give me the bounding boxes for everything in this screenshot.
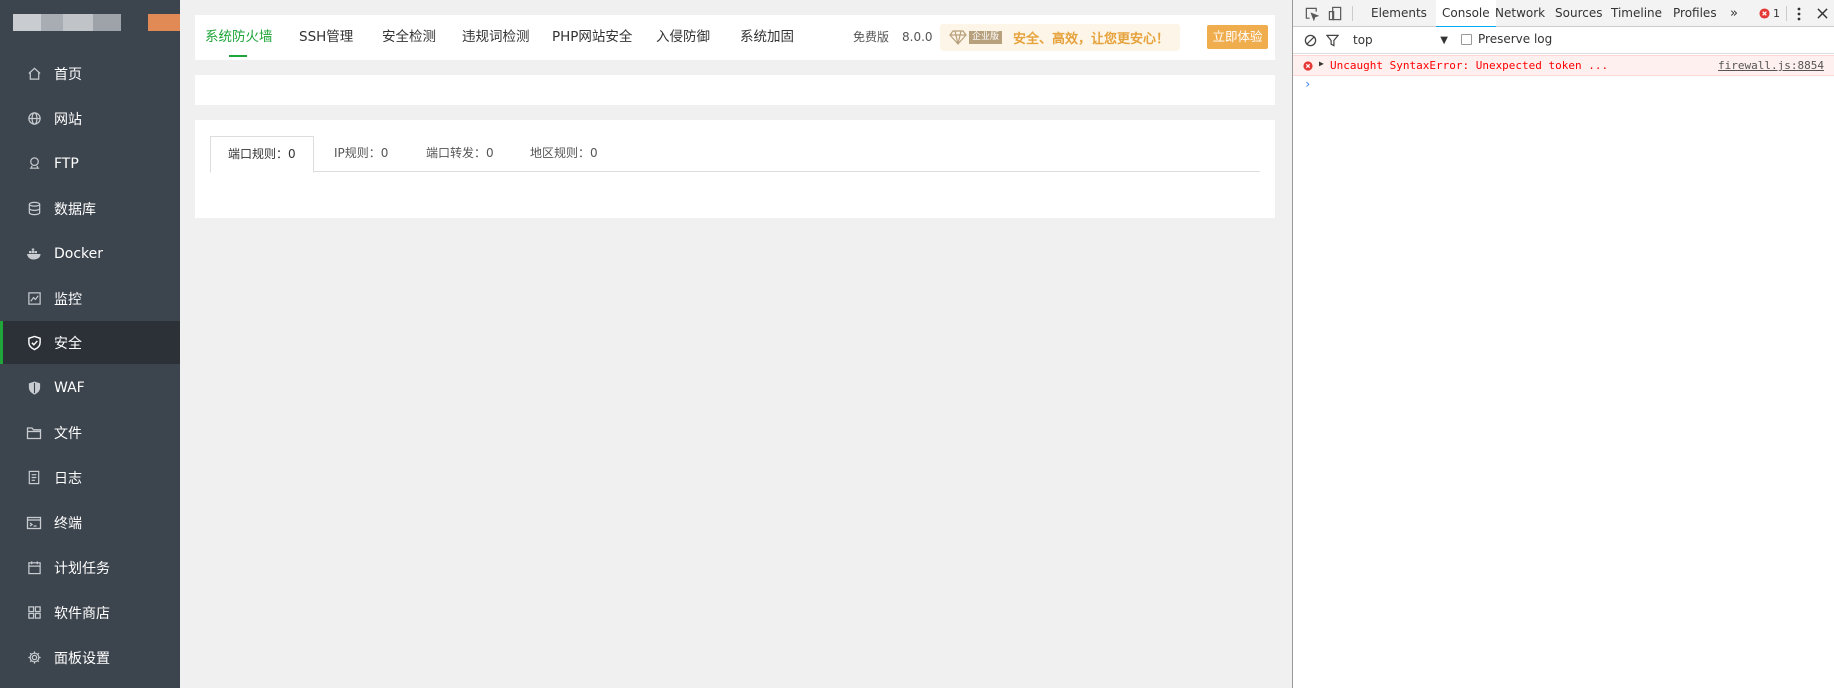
- sidebar-item-database[interactable]: 数据库: [0, 187, 180, 230]
- try-now-button[interactable]: 立即体验: [1207, 25, 1268, 49]
- tab-security-scan[interactable]: 安全检测: [382, 15, 436, 60]
- sidebar-item-website[interactable]: 网站: [0, 97, 180, 140]
- sidebar-item-terminal[interactable]: 终端: [0, 501, 180, 544]
- sidebar-item-waf[interactable]: WAF: [0, 366, 180, 409]
- tab-intrusion-prevention[interactable]: 入侵防御: [656, 15, 710, 60]
- log-icon: [26, 470, 42, 486]
- checkbox-box[interactable]: [1461, 33, 1472, 45]
- sidebar-item-label: 数据库: [54, 201, 96, 218]
- devtools-panel: Elements Console Network Sources Timelin…: [1292, 0, 1834, 688]
- device-toolbar-icon[interactable]: [1327, 5, 1344, 22]
- sidebar-item-label: 监控: [54, 291, 82, 308]
- tab-region-rules[interactable]: 地区规则：0: [530, 136, 598, 172]
- tab-system-firewall[interactable]: 系统防火墙: [205, 15, 273, 60]
- context-selector-value: top: [1353, 33, 1373, 47]
- sidebar-item-label: 安全: [54, 335, 82, 352]
- ftp-icon: [26, 156, 42, 172]
- folder-icon: [26, 425, 42, 441]
- devtools-tab-sources[interactable]: Sources: [1555, 0, 1602, 27]
- tab-php-site-security[interactable]: PHP网站安全: [552, 15, 632, 60]
- waf-shield-icon: [26, 380, 42, 396]
- error-count[interactable]: 1: [1773, 0, 1780, 27]
- kebab-menu-icon[interactable]: [1792, 5, 1806, 22]
- tab-ip-rules[interactable]: IP规则：0: [334, 136, 388, 172]
- error-text: Uncaught SyntaxError: Unexpected token .…: [1330, 59, 1609, 72]
- error-source-link[interactable]: firewall.js:8854: [1718, 59, 1824, 72]
- sidebar-item-ftp[interactable]: FTP: [0, 142, 180, 185]
- rule-type-tabs: 端口规则：0 IP规则：0 端口转发：0 地区规则：0: [210, 136, 1260, 173]
- enterprise-promo[interactable]: 企业版 安全、高效，让您更安心！: [940, 24, 1180, 51]
- globe-icon: [26, 111, 42, 127]
- more-tabs-chevron-icon[interactable]: »: [1727, 5, 1741, 22]
- logo: [0, 0, 180, 45]
- enterprise-badge: 企业版: [969, 31, 1003, 44]
- version-number: 8.0.0: [902, 30, 933, 44]
- filter-icon[interactable]: [1325, 33, 1340, 48]
- main-content: 系统防火墙 SSH管理 安全检测 违规词检测 PHP网站安全 入侵防御 系统加固…: [180, 0, 1292, 688]
- sidebar-item-label: WAF: [54, 379, 85, 396]
- apps-icon: [26, 605, 42, 621]
- sidebar-item-label: 面板设置: [54, 650, 110, 667]
- docker-icon: [26, 246, 42, 262]
- sidebar-item-label: 软件商店: [54, 605, 110, 622]
- devtools-tab-network[interactable]: Network: [1495, 0, 1545, 27]
- error-circle-icon: [1303, 61, 1313, 74]
- sidebar: 首页 网站 FTP 数据库 Docker 监控 安全 WAF 文件 日志 终端 …: [0, 0, 180, 688]
- devtools-tab-timeline[interactable]: Timeline: [1611, 0, 1662, 27]
- gear-icon: [26, 650, 42, 666]
- sidebar-item-label: 文件: [54, 425, 82, 442]
- sidebar-item-label: FTP: [54, 155, 79, 172]
- devtools-tab-bar: Elements Console Network Sources Timelin…: [1293, 0, 1834, 28]
- sidebar-item-cron[interactable]: 计划任务: [0, 546, 180, 589]
- tab-ssh-management[interactable]: SSH管理: [299, 15, 353, 60]
- sidebar-item-logs[interactable]: 日志: [0, 456, 180, 499]
- home-icon: [26, 66, 42, 82]
- promo-slogan: 安全、高效，让您更安心！: [1013, 32, 1170, 47]
- sidebar-item-label: 首页: [54, 66, 82, 83]
- edition-label: 免费版: [853, 30, 890, 44]
- sidebar-item-home[interactable]: 首页: [0, 52, 180, 95]
- tab-violation-word-scan[interactable]: 违规词检测: [462, 15, 530, 60]
- sidebar-item-store[interactable]: 软件商店: [0, 591, 180, 634]
- security-tab-bar: 系统防火墙 SSH管理 安全检测 违规词检测 PHP网站安全 入侵防御 系统加固…: [195, 15, 1275, 60]
- sidebar-item-label: 日志: [54, 470, 82, 487]
- firewall-status-bar: [195, 75, 1275, 105]
- error-count-icon[interactable]: [1758, 7, 1770, 19]
- shield-icon: [26, 335, 42, 351]
- tab-port-forwarding[interactable]: 端口转发：0: [426, 136, 494, 172]
- sidebar-item-label: 计划任务: [54, 560, 110, 577]
- preserve-log-checkbox[interactable]: Preserve log: [1461, 32, 1552, 46]
- console-toolbar: top ▼ Preserve log: [1293, 27, 1834, 54]
- terminal-icon: [26, 515, 42, 531]
- sidebar-item-security[interactable]: 安全: [0, 321, 180, 364]
- clear-console-icon[interactable]: [1303, 33, 1318, 48]
- dropdown-triangle-icon: ▼: [1440, 35, 1448, 46]
- sidebar-item-settings[interactable]: 面板设置: [0, 636, 180, 679]
- tab-port-rules[interactable]: 端口规则：0: [210, 136, 314, 173]
- sidebar-item-label: 网站: [54, 111, 82, 128]
- devtools-tab-console[interactable]: Console: [1436, 0, 1496, 28]
- console-error-message[interactable]: ▶ Uncaught SyntaxError: Unexpected token…: [1293, 55, 1834, 76]
- monitor-icon: [26, 291, 42, 307]
- devtools-tab-profiles[interactable]: Profiles: [1673, 0, 1717, 27]
- console-prompt[interactable]: ›: [1304, 77, 1311, 91]
- calendar-icon: [26, 560, 42, 576]
- sidebar-item-label: Docker: [54, 245, 104, 262]
- devtools-tab-elements[interactable]: Elements: [1371, 0, 1427, 27]
- diamond-icon: [949, 30, 967, 49]
- app-window: 首页 网站 FTP 数据库 Docker 监控 安全 WAF 文件 日志 终端 …: [0, 0, 1834, 688]
- preserve-log-label: Preserve log: [1478, 32, 1553, 46]
- sidebar-item-label: 终端: [54, 515, 82, 532]
- database-icon: [26, 201, 42, 217]
- sidebar-item-docker[interactable]: Docker: [0, 232, 180, 275]
- tab-system-hardening[interactable]: 系统加固: [740, 15, 794, 60]
- close-icon[interactable]: [1814, 5, 1830, 22]
- sidebar-item-files[interactable]: 文件: [0, 411, 180, 454]
- expand-triangle-icon[interactable]: ▶: [1319, 59, 1324, 68]
- sidebar-item-monitor[interactable]: 监控: [0, 277, 180, 320]
- context-selector[interactable]: top ▼: [1353, 31, 1448, 50]
- inspect-element-icon[interactable]: [1303, 5, 1320, 22]
- firewall-rules-panel: 端口规则：0 IP规则：0 端口转发：0 地区规则：0: [195, 120, 1275, 218]
